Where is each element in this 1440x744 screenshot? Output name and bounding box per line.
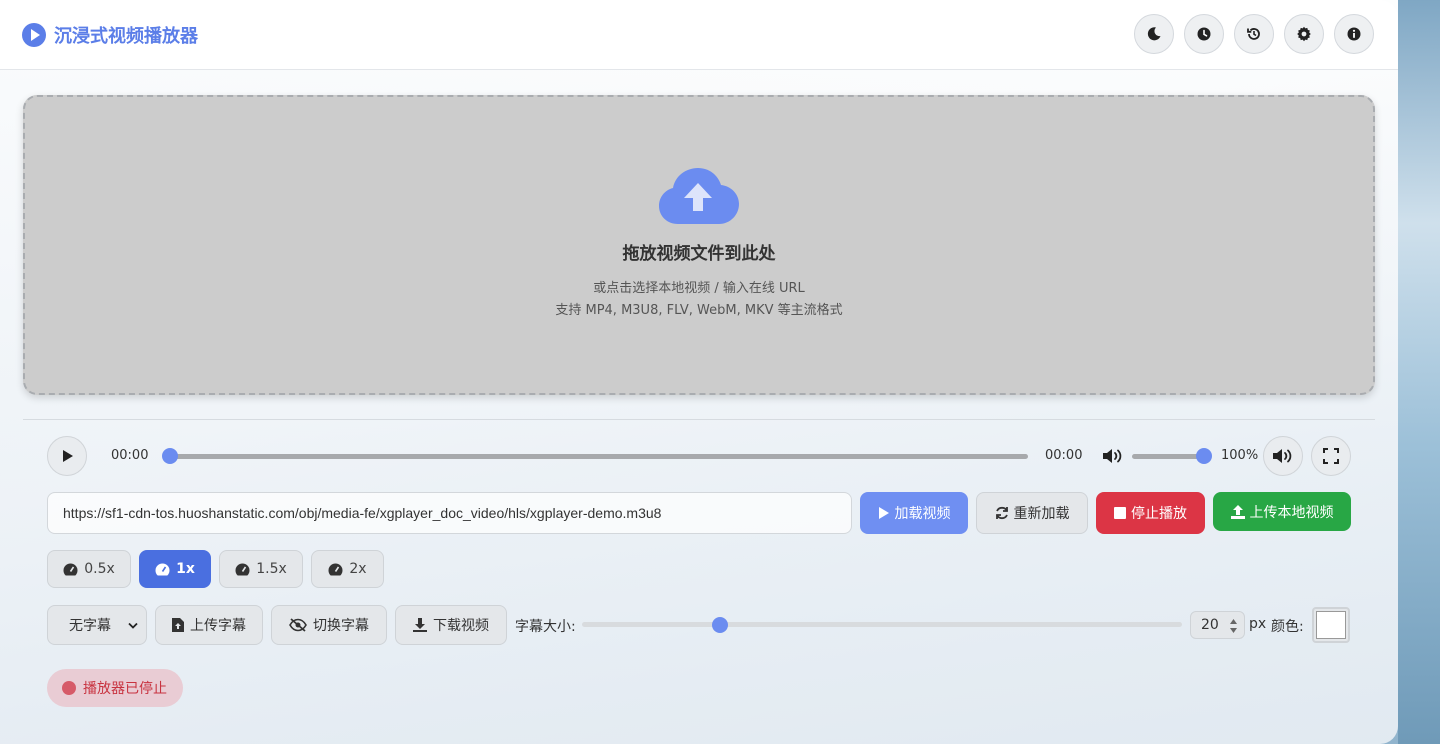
progress-track[interactable]: [170, 454, 1028, 459]
volume-thumb[interactable]: [1196, 448, 1212, 464]
player-controls: 00:00 00:00 100%: [47, 436, 1351, 476]
history-button[interactable]: [1234, 14, 1274, 54]
upload-subtitle-button[interactable]: 上传字幕: [155, 605, 263, 645]
subtitle-size-input[interactable]: 20: [1190, 611, 1245, 639]
stop-icon: [1114, 507, 1126, 519]
gauge-icon: [155, 563, 170, 575]
subtitle-size-value: 20: [1201, 617, 1219, 633]
upload-icon: [1230, 504, 1245, 519]
clock-icon: [1197, 27, 1211, 41]
fullscreen-button[interactable]: [1311, 436, 1351, 476]
settings-button[interactable]: [1284, 14, 1324, 54]
timer-button[interactable]: [1184, 14, 1224, 54]
play-icon: [878, 507, 889, 519]
status-badge: 播放器已停止: [47, 669, 183, 707]
download-icon: [413, 618, 427, 632]
mute-button[interactable]: [1263, 436, 1303, 476]
volume-icon: [1273, 449, 1292, 463]
dropzone-formats: 支持 MP4, M3U8, FLV, WebM, MKV 等主流格式: [555, 303, 843, 318]
divider: [23, 419, 1375, 420]
progress-thumb[interactable]: [162, 448, 178, 464]
download-video-label: 下载视频: [433, 618, 489, 634]
speed-label: 1x: [176, 561, 195, 577]
gauge-icon: [235, 563, 250, 575]
stop-label: 停止播放: [1131, 506, 1187, 522]
play-icon: [63, 450, 73, 462]
refresh-icon: [995, 506, 1008, 520]
download-video-button[interactable]: 下载视频: [395, 605, 507, 645]
speed-1.5x-button[interactable]: 1.5x: [219, 550, 303, 588]
eye-slash-icon: [289, 618, 307, 632]
status-dot-icon: [62, 681, 76, 695]
upload-local-video-button[interactable]: 上传本地视频: [1213, 492, 1351, 531]
toggle-subtitle-button[interactable]: 切换字幕: [271, 605, 387, 645]
gear-icon: [1297, 26, 1311, 42]
cloud-upload-icon: [659, 168, 739, 224]
expand-icon: [1323, 448, 1339, 464]
speed-2x-button[interactable]: 2x: [311, 550, 384, 588]
header: 沉浸式视频播放器: [0, 0, 1398, 70]
app-title: 沉浸式视频播放器: [54, 26, 198, 47]
gauge-icon: [328, 563, 343, 575]
theme-toggle-button[interactable]: [1134, 14, 1174, 54]
speed-label: 0.5x: [84, 561, 115, 577]
file-upload-icon: [172, 618, 184, 632]
dropzone-title: 拖放视频文件到此处: [622, 244, 776, 264]
moon-icon: [1147, 27, 1161, 41]
subtitle-size-unit: px: [1249, 616, 1267, 632]
speed-label: 2x: [349, 561, 367, 577]
subtitle-select[interactable]: 无字幕: [47, 605, 147, 645]
volume-label: 100%: [1221, 448, 1259, 463]
header-buttons: [1134, 14, 1374, 54]
toggle-subtitle-label: 切换字幕: [313, 618, 369, 634]
subtitle-size-track[interactable]: [582, 622, 1182, 627]
video-dropzone[interactable]: 拖放视频文件到此处 或点击选择本地视频 / 输入在线 URL 支持 MP4, M…: [23, 95, 1375, 395]
subtitle-size-thumb[interactable]: [712, 617, 728, 633]
subtitle-color-label: 颜色:: [1271, 619, 1304, 635]
subtitle-select-value: 无字幕: [69, 618, 111, 634]
background-edge: [1398, 0, 1440, 744]
play-circle-icon: [22, 23, 46, 47]
play-button[interactable]: [47, 436, 87, 476]
chevron-down-icon: [128, 622, 138, 629]
speed-label: 1.5x: [256, 561, 287, 577]
info-icon: [1347, 27, 1361, 41]
status-text: 播放器已停止: [83, 681, 167, 697]
volume-icon[interactable]: [1102, 447, 1124, 465]
load-video-button[interactable]: 加载视频: [860, 492, 968, 534]
brand: 沉浸式视频播放器: [22, 22, 198, 48]
history-icon: [1247, 28, 1260, 40]
spinner-arrows-icon[interactable]: [1229, 618, 1238, 634]
app-window: 沉浸式视频播放器 拖放视频文件到此处 或点击选择本地视频 / 输入在线 URL …: [0, 0, 1398, 744]
current-time: 00:00: [111, 448, 149, 463]
speed-1x-button[interactable]: 1x: [139, 550, 211, 588]
duration-time: 00:00: [1045, 448, 1083, 463]
url-input[interactable]: [47, 492, 852, 534]
gauge-icon: [63, 563, 78, 575]
upload-local-label: 上传本地视频: [1249, 504, 1334, 521]
subtitle-size-label: 字幕大小:: [515, 619, 576, 635]
load-video-label: 加载视频: [894, 506, 951, 522]
stop-button[interactable]: 停止播放: [1096, 492, 1205, 534]
volume-track[interactable]: [1132, 454, 1204, 459]
dropzone-hint: 或点击选择本地视频 / 输入在线 URL: [593, 281, 805, 296]
info-button[interactable]: [1334, 14, 1374, 54]
reload-button[interactable]: 重新加载: [976, 492, 1088, 534]
speed-0.5x-button[interactable]: 0.5x: [47, 550, 131, 588]
subtitle-color-picker[interactable]: [1312, 607, 1350, 643]
dropzone-subtitle: 或点击选择本地视频 / 输入在线 URL 支持 MP4, M3U8, FLV, …: [555, 278, 842, 322]
upload-subtitle-label: 上传字幕: [190, 618, 246, 634]
subtitle-color-swatch: [1316, 611, 1346, 639]
reload-label: 重新加载: [1013, 506, 1070, 522]
